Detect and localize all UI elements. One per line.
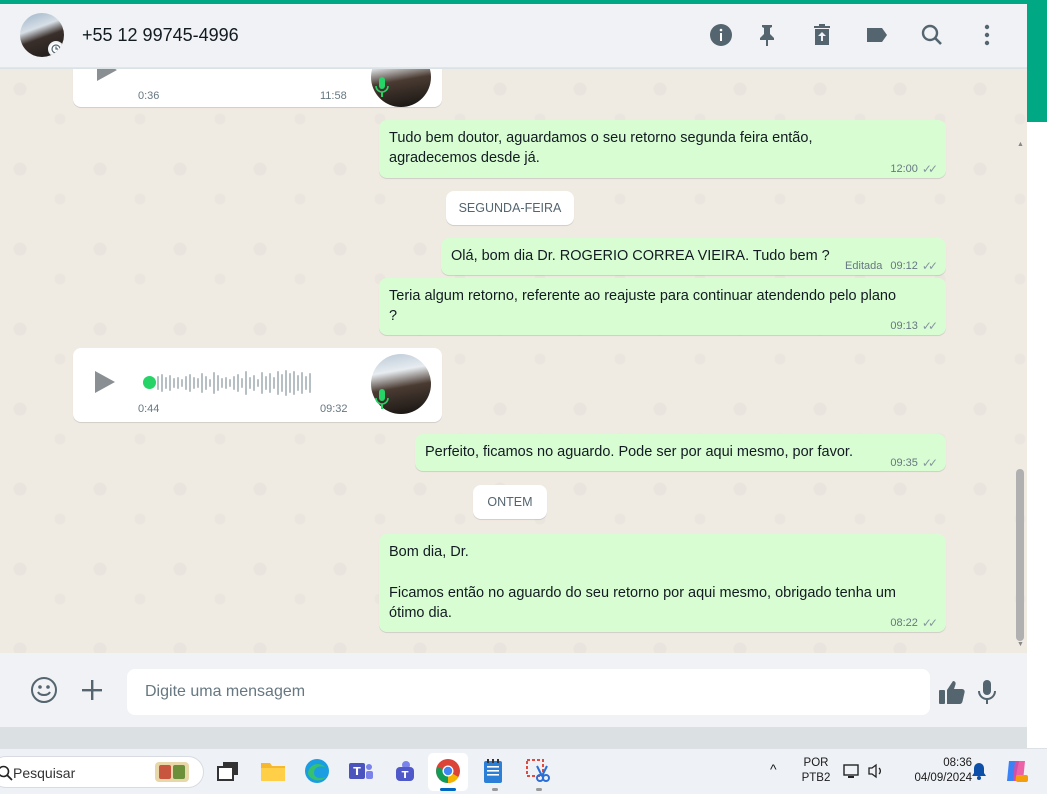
window-bottom-edge (0, 727, 1027, 748)
message-time: 12:00 (890, 163, 918, 175)
taskbar-search-label: Pesquisar (13, 765, 76, 781)
status-badge (48, 41, 64, 57)
delete-icon[interactable] (809, 22, 835, 48)
chat-scrollbar[interactable] (1016, 469, 1024, 641)
thumbs-up-icon[interactable] (937, 678, 967, 706)
attach-plus-icon[interactable] (79, 677, 105, 703)
clock-date: 04/09/2024 (914, 772, 972, 784)
audio-duration: 0:36 (138, 90, 160, 102)
play-icon[interactable] (95, 371, 115, 393)
background-panel (1027, 122, 1047, 748)
message-time: 11:58 (320, 90, 347, 102)
contact-name[interactable]: +55 12 99745-4996 (82, 25, 239, 46)
message-input[interactable] (127, 669, 930, 715)
audio-message[interactable]: 0:44 09:32 (73, 348, 442, 422)
chrome-icon[interactable] (434, 757, 462, 785)
scroll-up-arrow[interactable]: ▲ (1017, 141, 1024, 148)
message-text: Tudo bem doutor, aguardamos o seu retorn… (389, 130, 813, 146)
message-composer (0, 653, 1027, 727)
date-divider: SEGUNDA-FEIRA (446, 191, 574, 225)
message-text: Teria algum retorno, referente ao reajus… (389, 288, 897, 304)
teams-icon[interactable]: T (391, 757, 419, 785)
outgoing-message[interactable]: Olá, bom dia Dr. ROGERIO CORREA VIEIRA. … (441, 238, 946, 275)
audio-waveform[interactable] (157, 370, 311, 396)
copilot-icon[interactable] (1002, 757, 1030, 785)
pin-icon[interactable] (754, 22, 780, 48)
snipping-tool-icon[interactable] (524, 757, 552, 785)
edited-label: Editada (845, 260, 883, 272)
running-app-indicator (536, 788, 542, 791)
outgoing-message[interactable]: Perfeito, ficamos no aguardo. Pode ser p… (415, 434, 946, 471)
clock-time: 08:36 (943, 757, 972, 769)
emoji-icon[interactable] (29, 675, 59, 705)
contact-avatar[interactable] (20, 13, 64, 57)
volume-icon[interactable] (866, 757, 886, 785)
message-text: ? (389, 308, 398, 324)
message-time: 09:13 (890, 320, 918, 332)
running-app-indicator (492, 788, 498, 791)
double-check-icon: ✓✓ (921, 259, 938, 273)
microphone-icon[interactable] (975, 678, 999, 706)
mic-icon (375, 389, 389, 409)
network-icon[interactable] (842, 757, 860, 785)
menu-icon[interactable] (974, 22, 1000, 48)
keyboard-layout: PTB2 (801, 772, 831, 784)
message-text: ótimo dia. (389, 605, 452, 621)
message-time: 09:12 (890, 260, 918, 272)
message-time: 09:32 (320, 403, 348, 415)
chat-messages[interactable]: 0:36 11:58 Tudo bem doutor, aguardamos o… (0, 69, 1027, 653)
mic-icon (375, 77, 389, 97)
outgoing-message[interactable]: Bom dia, Dr. Ficamos então no aguardo do… (379, 534, 946, 632)
message-text: agradecemos desde já. (389, 150, 540, 166)
clock-icon (51, 44, 61, 54)
task-view-icon[interactable] (214, 757, 242, 785)
search-highlight-icon[interactable] (155, 762, 189, 782)
audio-duration: 0:44 (138, 403, 160, 415)
search-icon[interactable] (919, 22, 945, 48)
message-text: Olá, bom dia Dr. ROGERIO CORREA VIEIRA. … (451, 248, 830, 264)
background-accent-strip (1027, 0, 1047, 122)
language-code: POR (803, 757, 829, 769)
audio-message[interactable]: 0:36 11:58 (73, 69, 442, 107)
message-time: 09:35 (890, 457, 918, 469)
outgoing-message[interactable]: Tudo bem doutor, aguardamos o seu retorn… (379, 120, 946, 178)
notification-bell-icon[interactable] (968, 757, 990, 785)
double-check-icon: ✓✓ (921, 616, 938, 630)
language-indicator[interactable]: POR PTB2 (798, 756, 834, 786)
audio-progress-dot[interactable] (143, 376, 156, 389)
scroll-down-arrow[interactable]: ▼ (1017, 641, 1024, 648)
system-clock[interactable]: 08:36 04/09/2024 (896, 756, 972, 786)
message-text: Ficamos então no aguardo do seu retorno … (389, 585, 897, 601)
play-icon[interactable] (97, 69, 117, 81)
svg-text:T: T (402, 770, 409, 781)
info-icon[interactable] (708, 22, 734, 48)
file-explorer-icon[interactable] (259, 757, 287, 785)
double-check-icon: ✓✓ (921, 162, 938, 176)
message-text: Perfeito, ficamos no aguardo. Pode ser p… (425, 444, 853, 460)
message-text: Bom dia, Dr. (389, 544, 469, 560)
active-app-indicator (440, 788, 456, 791)
message-time: 08:22 (890, 617, 918, 629)
svg-text:T: T (353, 765, 361, 778)
chat-header: +55 12 99745-4996 (0, 4, 1027, 68)
tray-overflow-icon[interactable]: ^ (770, 762, 777, 777)
taskbar-search[interactable]: Pesquisar (0, 756, 204, 788)
double-check-icon: ✓✓ (921, 456, 938, 470)
label-icon[interactable] (864, 22, 890, 48)
search-icon (0, 765, 13, 781)
teams-work-icon[interactable]: T (347, 757, 375, 785)
edge-browser-icon[interactable] (303, 757, 331, 785)
date-divider: ONTEM (473, 485, 547, 519)
notepad-icon[interactable] (479, 757, 507, 785)
double-check-icon: ✓✓ (921, 319, 938, 333)
outgoing-message[interactable]: Teria algum retorno, referente ao reajus… (379, 278, 946, 335)
